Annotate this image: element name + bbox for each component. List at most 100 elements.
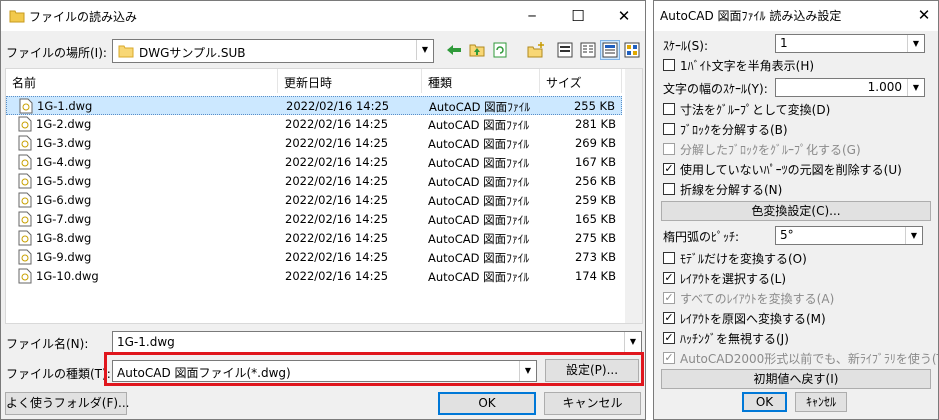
option-checkbox[interactable]: 寸法をｸﾞﾙｰﾌﾟとして変換(D) [663,100,933,118]
option-label: AutoCAD2000形式以前でも、新ﾗｲﾌﾞﾗﾘを使う(T) [680,352,939,366]
file-row[interactable]: 1G-9.dwg 2022/02/16 14:25 AutoCAD 図面ﾌｧｲﾙ 27… [6,248,622,267]
file-row[interactable]: 1G-10.dwg 2022/02/16 14:25 AutoCAD 図面ﾌｧｲﾙ 1… [6,267,622,286]
chevron-down-icon[interactable]: ▼ [907,35,924,52]
file-row[interactable]: 1G-5.dwg 2022/02/16 14:25 AutoCAD 図面ﾌｧｲﾙ 25… [6,172,622,191]
reset-defaults-button[interactable]: 初期値へ戻す(I) [661,369,931,389]
option-checkbox[interactable]: ﾌﾞﾛｯｸを分解する(B) [663,120,933,138]
file-row[interactable]: 1G-7.dwg 2022/02/16 14:25 AutoCAD 図面ﾌｧｲﾙ 16… [6,210,622,229]
file-row[interactable]: 1G-4.dwg 2022/02/16 14:25 AutoCAD 図面ﾌｧｲﾙ 16… [6,153,622,172]
favorites-button[interactable]: よく使うフォルダ(F)... [5,392,129,415]
chevron-down-icon[interactable]: ▼ [416,40,433,60]
view-icon [557,42,573,58]
preview-icon [624,42,640,58]
settings-ok-button[interactable]: OK [742,392,787,412]
option-checkbox[interactable]: ✓ ﾚｲｱｳﾄを選択する(L) [663,269,933,287]
checkbox-box[interactable]: ✓ [663,332,675,344]
location-label: ファイルの場所(I): [6,46,107,60]
checkbox-box[interactable] [663,59,675,71]
column-size-label: サイズ [546,76,582,90]
close-button[interactable]: ✕ [601,1,645,31]
filetype-label: ファイルの種類(T): [6,367,111,381]
file-name: 1G-2.dwg [36,117,92,131]
location-value: DWGサンプル.SUB [139,46,246,60]
file-row[interactable]: 1G-2.dwg 2022/02/16 14:25 AutoCAD 図面ﾌｧｲﾙ 28… [6,115,622,134]
file-type: AutoCAD 図面ﾌｧｲﾙ [428,251,530,265]
chevron-down-icon[interactable]: ▼ [907,79,924,96]
column-header-name[interactable]: 名前 ^ [6,69,278,93]
text-width-input[interactable]: 1.000 ▼ [775,78,925,97]
dwg-file-icon [18,230,32,246]
new-folder-button[interactable] [526,40,546,60]
view-details-button[interactable] [555,40,575,60]
file-type: AutoCAD 図面ﾌｧｲﾙ [428,213,530,227]
ellipse-pitch-value: 5° [780,228,794,242]
back-button[interactable] [444,40,464,60]
checkbox-box[interactable] [663,183,675,195]
option-label: ﾓﾃﾞﾙだけを変換する(O) [680,252,807,266]
file-row[interactable]: 1G-3.dwg 2022/02/16 14:25 AutoCAD 図面ﾌｧｲﾙ 26… [6,134,622,153]
chevron-down-icon[interactable]: ▼ [624,332,641,352]
dwg-file-icon [18,249,32,265]
back-arrow-icon [447,45,461,55]
file-date: 2022/02/16 14:25 [285,193,389,207]
file-date: 2022/02/16 14:25 [285,231,389,245]
ok-button[interactable]: OK [438,392,536,415]
file-date: 2022/02/16 14:25 [285,212,389,226]
file-type: AutoCAD 図面ﾌｧｲﾙ [428,175,530,189]
checkbox-box[interactable] [663,252,675,264]
file-name: 1G-1.dwg [37,99,93,113]
option-checkbox[interactable]: ﾓﾃﾞﾙだけを変換する(O) [663,249,933,267]
scrollbar[interactable] [625,69,642,323]
checkbox-box[interactable]: ✓ [663,312,675,324]
halfwidth-checkbox[interactable]: 1ﾊﾞｲﾄ文字を半角表示(H) [663,56,933,74]
scale-select[interactable]: 1 ▼ [775,34,925,53]
scale-label: ｽｹｰﾙ(S): [663,39,709,53]
column-header-size[interactable]: サイズ [540,69,622,93]
option-checkbox[interactable]: ✓ 使用していないﾊﾟｰﾂの元図を削除する(U) [663,160,933,178]
option-label: 分解したﾌﾞﾛｯｸをｸﾞﾙｰﾌﾟ化する(G) [680,143,861,157]
file-type: AutoCAD 図面ﾌｧｲﾙ [428,232,530,246]
view-thumbnail-button[interactable] [600,40,620,60]
file-row[interactable]: 1G-8.dwg 2022/02/16 14:25 AutoCAD 図面ﾌｧｲﾙ 27… [6,229,622,248]
option-checkbox[interactable]: 折線を分解する(N) [663,180,933,198]
filename-input[interactable]: 1G-1.dwg ▼ [112,331,642,353]
ellipse-pitch-label: 楕円弧のﾋﾟｯﾁ: [663,230,740,244]
maximize-button[interactable]: ☐ [555,1,601,31]
color-conversion-button[interactable]: 色変換設定(C)... [661,201,931,221]
dwg-file-icon [18,211,32,227]
option-label: ﾚｲｱｳﾄを選択する(L) [680,272,787,286]
column-header-type[interactable]: 種類 [422,69,540,93]
file-date: 2022/02/16 14:25 [285,250,389,264]
checkbox-box[interactable] [663,103,675,115]
checkbox-box[interactable]: ✓ [663,163,675,175]
file-name: 1G-9.dwg [36,250,92,264]
up-folder-button[interactable] [467,40,487,60]
file-open-dialog: ファイルの読み込み ─ ☐ ✕ ファイルの場所(I): DWGサンプル.SUB … [0,0,646,420]
view-list-button[interactable] [578,40,598,60]
location-combo[interactable]: DWGサンプル.SUB ▼ [112,39,434,63]
chevron-down-icon[interactable]: ▼ [905,227,922,244]
view-preview-button[interactable] [622,40,642,60]
option-label: 使用していないﾊﾟｰﾂの元図を削除する(U) [680,163,902,177]
file-row[interactable]: 1G-1.dwg 2022/02/16 14:25 AutoCAD 図面ﾌｧｲﾙ 25… [6,96,622,115]
option-label: 寸法をｸﾞﾙｰﾌﾟとして変換(D) [680,103,831,117]
checkbox-box[interactable]: ✓ [663,272,675,284]
file-list[interactable]: 名前 ^ 更新日時 種類 サイズ 1G-1.dwg 2022/02/16 14:2… [5,68,643,324]
minimize-button[interactable]: ─ [509,1,555,31]
option-checkbox[interactable]: ✓ ﾚｲｱｳﾄを原図へ変換する(M) [663,309,933,327]
cancel-button[interactable]: キャンセル [544,392,641,415]
file-row[interactable]: 1G-6.dwg 2022/02/16 14:25 AutoCAD 図面ﾌｧｲﾙ 25… [6,191,622,210]
checkbox-box[interactable] [663,123,675,135]
file-name: 1G-8.dwg [36,231,92,245]
file-name: 1G-10.dwg [36,269,99,283]
ellipse-pitch-select[interactable]: 5° ▼ [775,226,923,245]
option-checkbox: ✓ すべてのﾚｲｱｳﾄを変換する(A) [663,289,933,307]
file-size: 256 KB [574,174,616,188]
file-name: 1G-4.dwg [36,155,92,169]
settings-close-button[interactable]: ✕ [910,1,938,31]
settings-cancel-button[interactable]: ｷｬﾝｾﾙ [795,392,847,412]
file-date: 2022/02/16 14:25 [285,136,389,150]
option-checkbox[interactable]: ✓ ﾊｯﾁﾝｸﾞを無視する(J) [663,329,933,347]
column-header-date[interactable]: 更新日時 [278,69,422,93]
refresh-button[interactable] [490,40,510,60]
